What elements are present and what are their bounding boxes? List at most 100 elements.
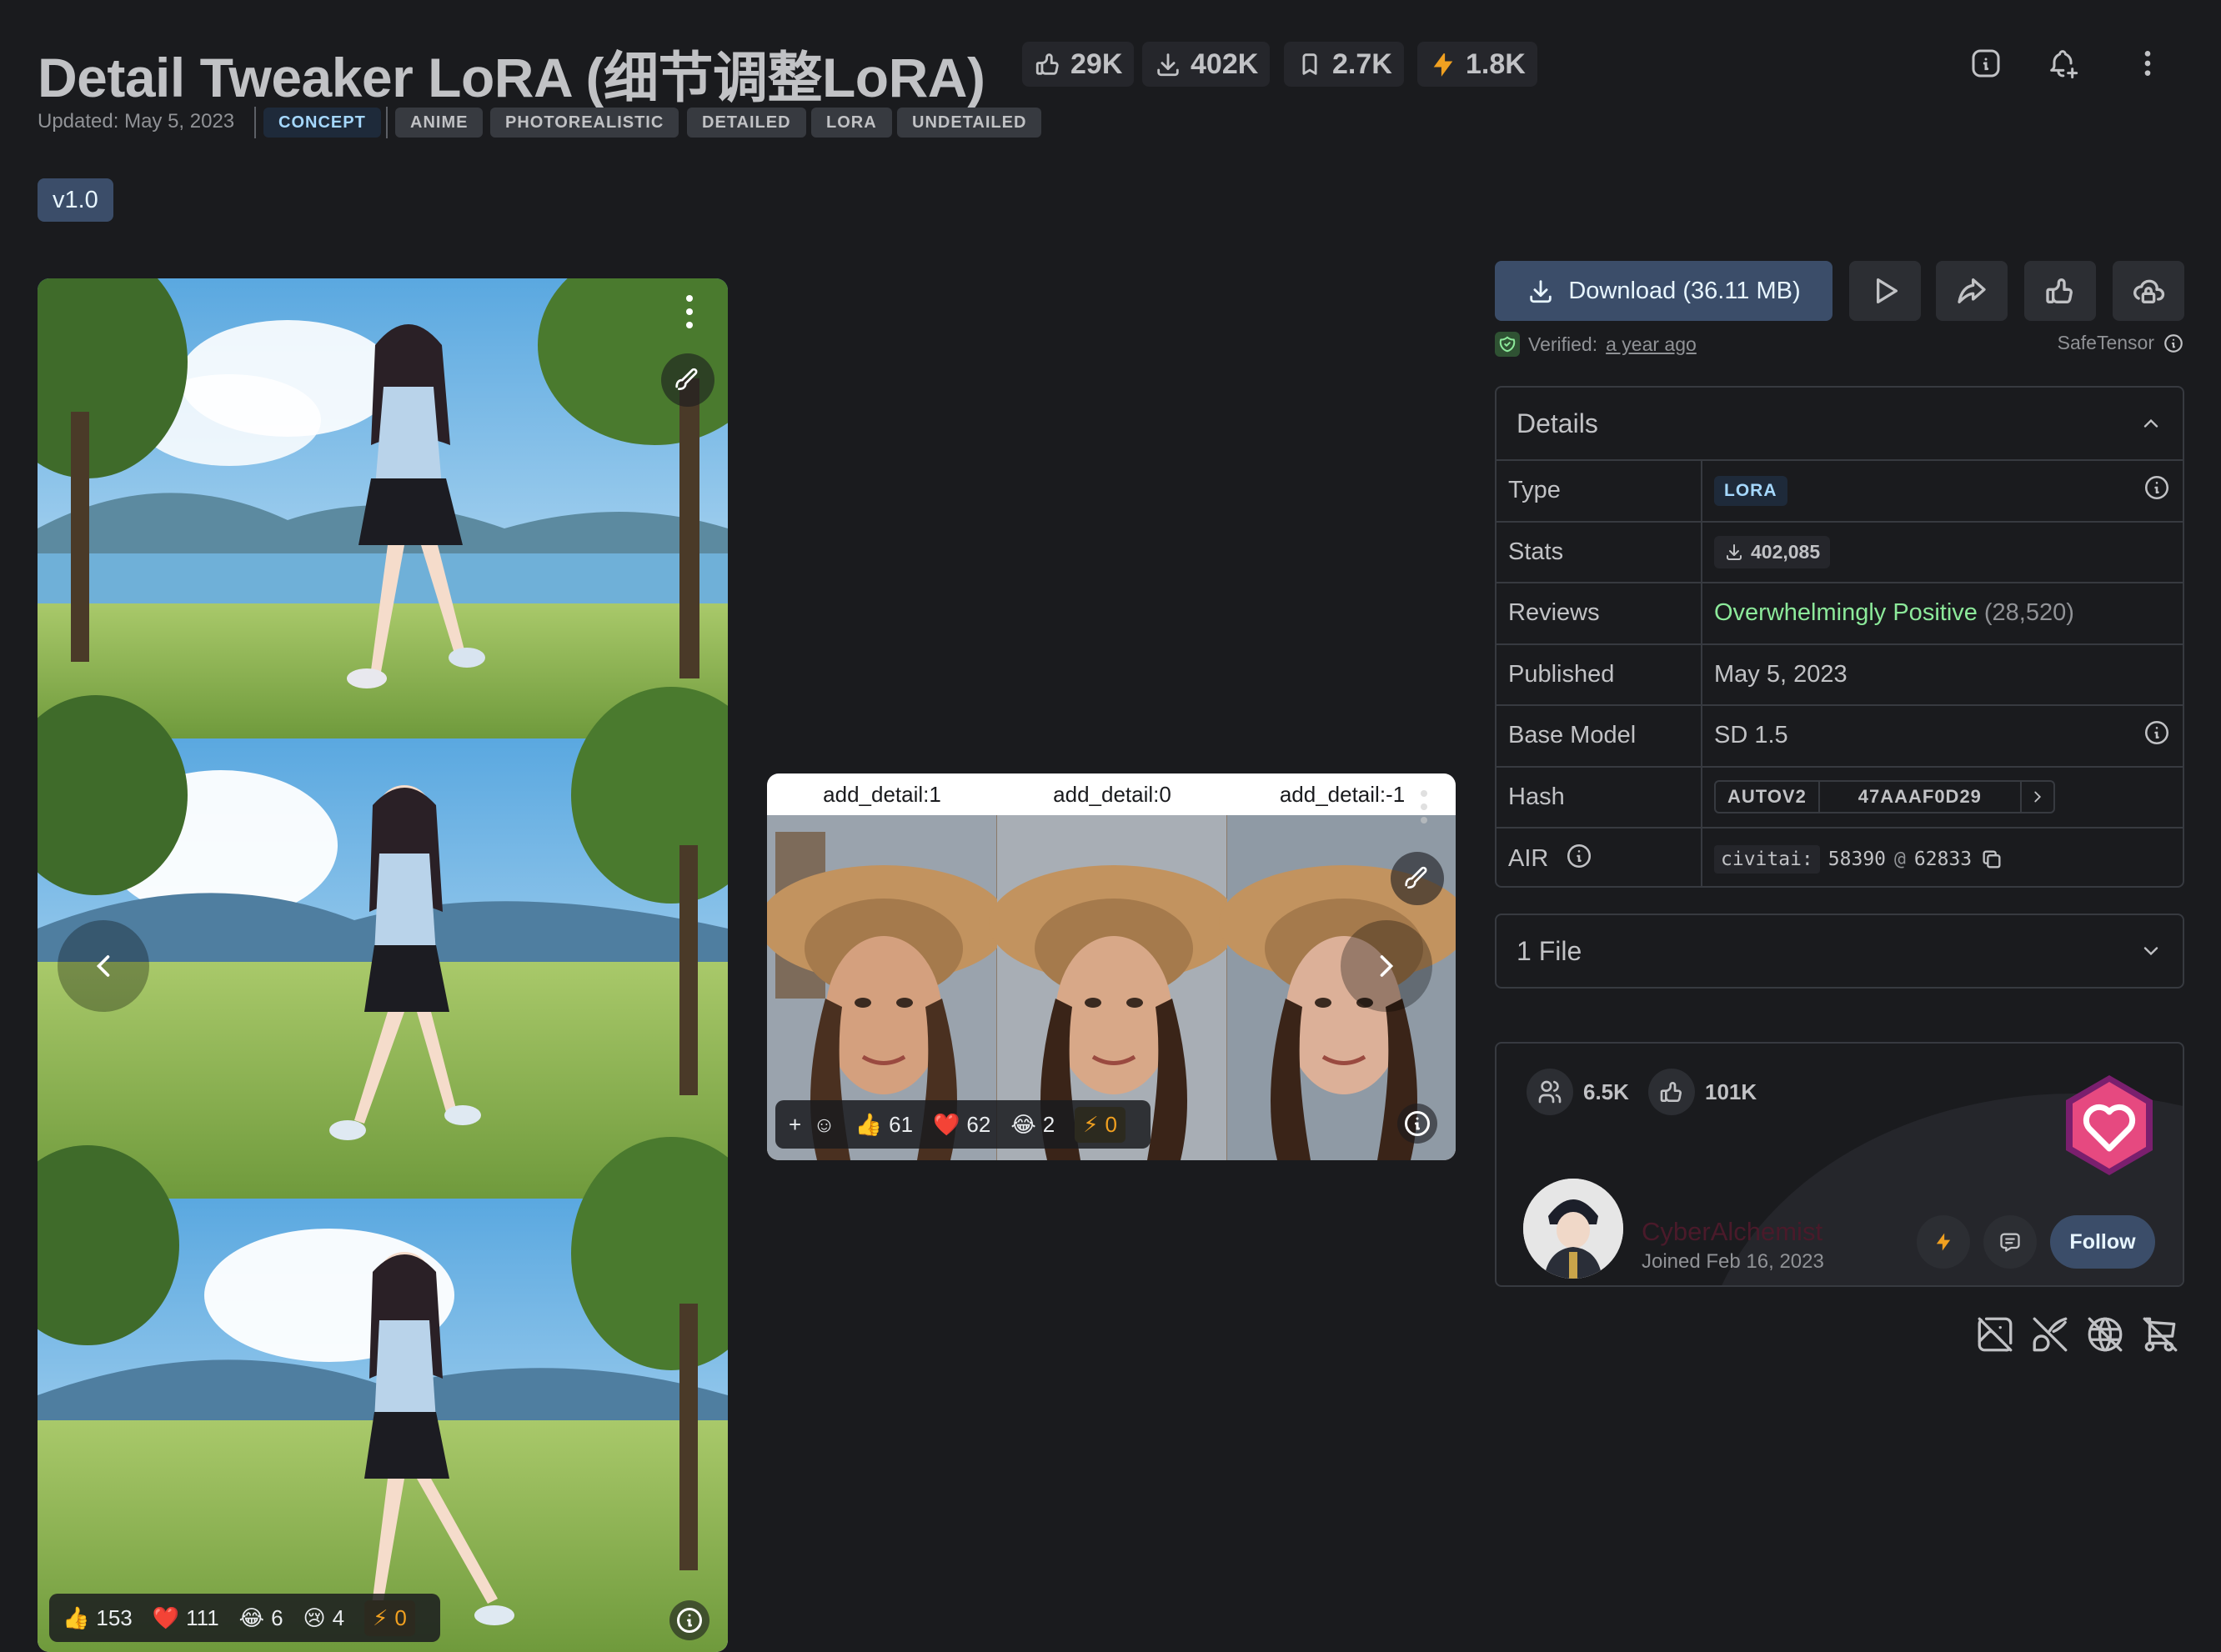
creator-name-link[interactable]: CyberAlchemist xyxy=(1642,1217,1822,1247)
verified-label: Verified: xyxy=(1528,333,1598,355)
next-image-button[interactable] xyxy=(1341,920,1432,1012)
like-button[interactable] xyxy=(2024,261,2096,321)
creator-likes-stat: 101K xyxy=(1648,1069,1757,1115)
reaction-tip[interactable]: ⚡ 0 xyxy=(364,1599,415,1636)
downloads-stat: 402K xyxy=(1142,42,1271,87)
column-label: add_detail:0 xyxy=(1053,782,1171,807)
avatar[interactable] xyxy=(1523,1179,1623,1279)
image-info-button[interactable] xyxy=(1397,1104,1437,1144)
gallery-image-anime[interactable]: 👍 153 ❤️ 111 😂 6 😢 4 ⚡ 0 xyxy=(38,278,728,1652)
detail-row-air: AIR civitai: 58390 @ 62833 xyxy=(1497,829,2183,886)
reaction-heart[interactable]: ❤️ 111 xyxy=(153,1605,219,1631)
reviews-summary-link[interactable]: Overwhelmingly Positive xyxy=(1714,599,1978,627)
share-button[interactable] xyxy=(1936,261,2008,321)
details-header[interactable]: Details xyxy=(1497,388,2183,461)
gallery-image-comparison[interactable]: add_detail:1 add_detail:0 add_detail:-1 xyxy=(767,773,1456,1160)
files-accordion[interactable]: 1 File xyxy=(1495,914,2184,989)
run-button[interactable] xyxy=(1849,261,1921,321)
users-icon xyxy=(1538,1080,1562,1104)
reaction-like[interactable]: 👍 153 xyxy=(63,1605,133,1631)
add-reaction-button[interactable]: + xyxy=(789,1112,801,1138)
info-button[interactable] xyxy=(1963,38,2009,88)
updated-date: Updated: May 5, 2023 xyxy=(38,110,235,133)
reaction-tip[interactable]: ⚡ 0 xyxy=(1075,1106,1126,1143)
hash-type: AUTOV2 xyxy=(1716,782,1820,813)
info-icon xyxy=(1405,1111,1430,1136)
base-model-info-button[interactable] xyxy=(2143,718,2171,753)
follow-button[interactable]: Follow xyxy=(2050,1215,2155,1269)
thumbs-up-icon xyxy=(2046,278,2073,303)
tag-undetailed[interactable]: UNDETAILED xyxy=(897,108,1042,138)
tip-creator-button[interactable] xyxy=(1917,1215,1970,1269)
reaction-like[interactable]: 👍 61 xyxy=(855,1112,913,1138)
files-label: 1 File xyxy=(1517,935,1582,966)
info-icon xyxy=(1567,844,1592,868)
remix-button[interactable] xyxy=(661,353,714,407)
chevron-left-icon xyxy=(96,955,110,977)
detail-key: Hash xyxy=(1497,767,1702,827)
info-icon xyxy=(677,1608,702,1633)
reaction-laugh[interactable]: 😂 2 xyxy=(1010,1112,1055,1138)
column-label: add_detail:1 xyxy=(823,782,941,807)
emoji-picker-button[interactable]: ☺ xyxy=(813,1112,835,1138)
reviews-count: (28,520) xyxy=(1983,599,2074,627)
air-identifier: civitai: 58390 @ 62833 xyxy=(1714,844,2003,874)
more-menu-button[interactable] xyxy=(2124,38,2171,88)
tag-detailed[interactable]: DETAILED xyxy=(687,108,806,138)
verified-time-link[interactable]: a year ago xyxy=(1606,333,1697,356)
no-image-policy-icon[interactable] xyxy=(1974,1314,2019,1359)
hash-value[interactable]: 47AAAF0D29 xyxy=(1820,782,2020,812)
download-button[interactable]: Download (36.11 MB) xyxy=(1495,261,1832,321)
notify-button[interactable] xyxy=(2039,38,2086,88)
kebab-menu-icon xyxy=(1421,790,1427,823)
info-icon xyxy=(2144,720,2169,744)
detail-row-stats: Stats 402,085 xyxy=(1497,522,2183,583)
version-button[interactable]: v1.0 xyxy=(38,178,113,222)
info-icon[interactable] xyxy=(2163,333,2184,354)
reaction-cry[interactable]: 😢 4 xyxy=(303,1605,345,1631)
detail-row-published: Published May 5, 2023 xyxy=(1497,644,2183,706)
detail-key: AIR xyxy=(1497,829,1702,886)
likes-count: 29K xyxy=(1070,48,1123,80)
cloud-lock-button[interactable] xyxy=(2113,261,2184,321)
hash-next-button[interactable] xyxy=(2019,782,2053,813)
detail-row-reviews: Reviews Overwhelmingly Positive (28,520) xyxy=(1497,583,2183,645)
tips-count: 1.8K xyxy=(1466,48,1526,80)
message-creator-button[interactable] xyxy=(1983,1215,2037,1269)
detail-key: Published xyxy=(1497,644,1702,704)
air-info-button[interactable] xyxy=(1565,842,1593,877)
detail-row-hash: Hash AUTOV2 47AAAF0D29 xyxy=(1497,767,2183,829)
hash-selector[interactable]: AUTOV2 47AAAF0D29 xyxy=(1714,780,2055,814)
copy-icon[interactable] xyxy=(1980,848,2003,871)
tag-photorealistic[interactable]: PHOTOREALISTIC xyxy=(490,108,679,138)
image-menu-button[interactable] xyxy=(681,293,698,334)
detail-key: Reviews xyxy=(1497,583,1702,643)
type-info-button[interactable] xyxy=(2143,473,2171,508)
kebab-menu-icon xyxy=(686,295,693,328)
remix-button[interactable] xyxy=(1391,852,1444,905)
tag-concept[interactable]: CONCEPT xyxy=(263,108,381,138)
chevron-up-icon xyxy=(2143,418,2158,428)
chevron-right-icon xyxy=(1380,955,1394,977)
page-title: Detail Tweaker LoRA (细节调整LoRA) xyxy=(38,47,985,108)
no-world-policy-icon[interactable] xyxy=(2084,1314,2129,1359)
no-cart-policy-icon[interactable] xyxy=(2139,1314,2184,1359)
divider xyxy=(386,107,388,138)
no-brush-policy-icon[interactable] xyxy=(2029,1314,2074,1359)
chevron-down-icon xyxy=(2143,947,2158,956)
tag-lora[interactable]: LORA xyxy=(811,108,892,138)
prev-image-button[interactable] xyxy=(58,920,149,1012)
detail-key: Type xyxy=(1497,461,1702,521)
detail-key: Stats xyxy=(1497,522,1702,582)
reaction-heart[interactable]: ❤️ 62 xyxy=(933,1112,990,1138)
chevron-right-icon xyxy=(2034,791,2041,803)
bolt-icon xyxy=(1433,53,1453,77)
image-info-button[interactable] xyxy=(669,1600,709,1640)
tips-stat: 1.8K xyxy=(1417,42,1537,87)
reaction-laugh[interactable]: 😂 6 xyxy=(239,1605,283,1631)
creator-card: 6.5K 101K CyberAlchemist Joined Feb 16, … xyxy=(1495,1042,2184,1287)
image-menu-button[interactable] xyxy=(1416,788,1432,829)
play-icon xyxy=(1877,278,1898,303)
tag-anime[interactable]: ANIME xyxy=(395,108,484,138)
likes-stat: 29K xyxy=(1022,42,1135,87)
